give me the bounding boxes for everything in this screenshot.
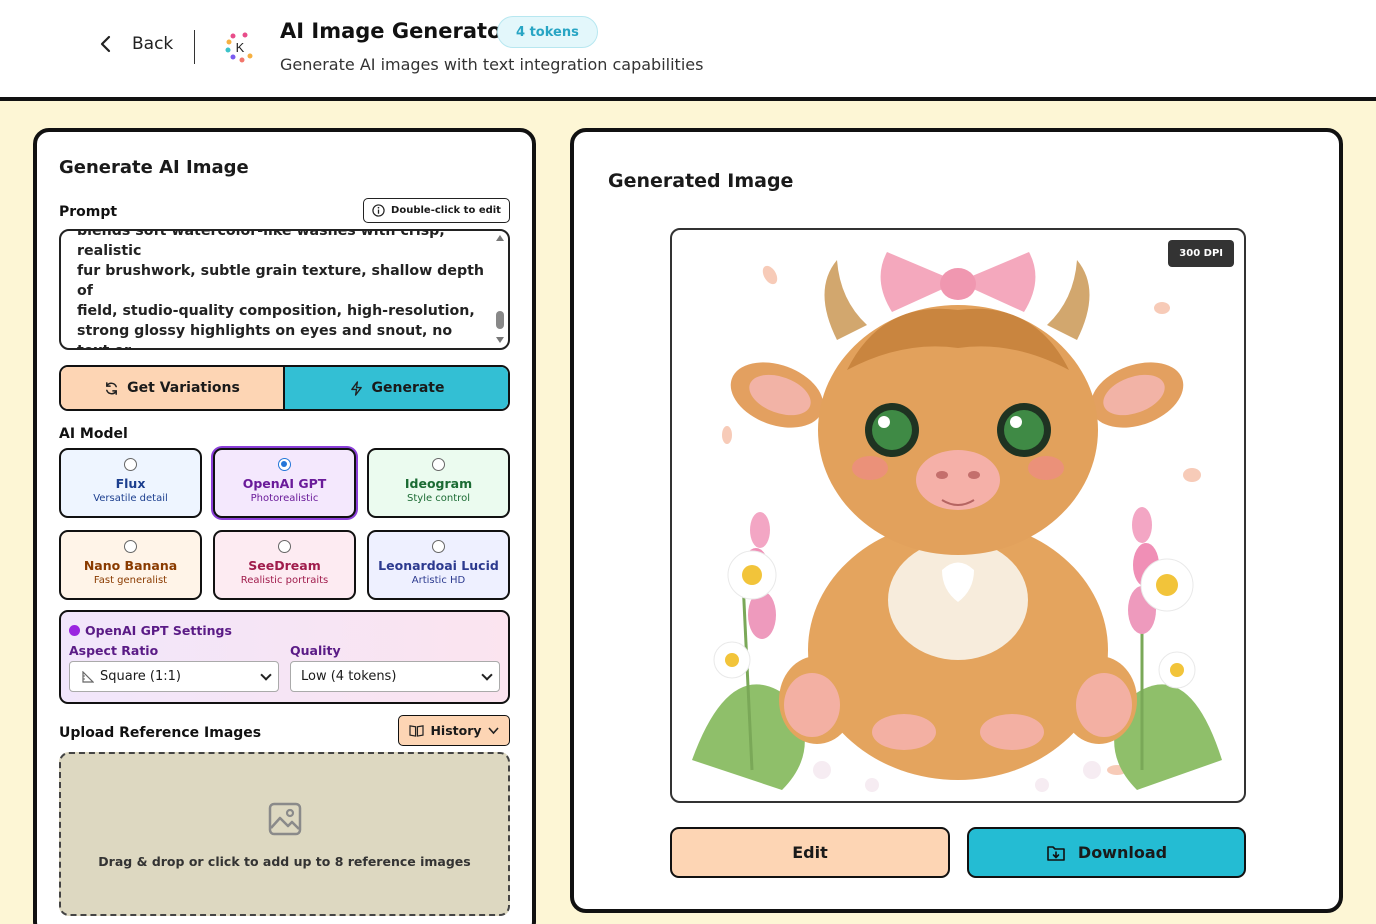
result-title: Generated Image	[608, 170, 794, 192]
get-variations-button[interactable]: Get Variations	[61, 367, 285, 409]
app-header: Back K AI Image Generator 4 tokens Gener…	[0, 0, 1376, 101]
aspect-ratio-label: Aspect Ratio	[69, 643, 159, 658]
model-card-ideogram[interactable]: Ideogram Style control	[367, 448, 510, 518]
model-card-leonardoai-lucid[interactable]: Leonardoai Lucid Artistic HD	[367, 530, 510, 600]
model-desc: Artistic HD	[411, 575, 466, 586]
dpi-badge: 300 DPI	[1168, 240, 1234, 267]
download-button[interactable]: Download	[967, 827, 1246, 878]
generator-panel: Generate AI Image Prompt Double-click to…	[33, 128, 536, 924]
history-button[interactable]: History	[398, 715, 510, 746]
settings-title: OpenAI GPT Settings	[85, 623, 232, 638]
prompt-scrollbar[interactable]	[495, 235, 505, 343]
lightning-icon	[350, 380, 362, 396]
svg-text:K: K	[236, 40, 245, 55]
ai-model-label: AI Model	[59, 426, 128, 442]
edit-button[interactable]: Edit	[670, 827, 950, 878]
double-click-edit-button[interactable]: Double-click to edit	[363, 198, 510, 223]
prompt-text: blends soft watercolor-like washes with …	[77, 229, 484, 348]
app-logo: K	[220, 28, 258, 66]
model-desc: Versatile detail	[93, 493, 168, 504]
model-card-nano-banana[interactable]: Nano Banana Fast generalist	[59, 530, 202, 600]
generate-button[interactable]: Generate	[285, 367, 508, 409]
page-subtitle: Generate AI images with text integration…	[280, 55, 704, 74]
model-radio[interactable]	[432, 458, 445, 471]
model-radio[interactable]	[278, 540, 291, 553]
model-card-flux[interactable]: Flux Versatile detail	[59, 448, 202, 518]
highland-calf-illustration	[692, 252, 1222, 792]
back-label: Back	[132, 34, 174, 54]
ruler-triangle-icon	[82, 670, 94, 683]
model-card-seedream[interactable]: SeeDream Realistic portraits	[213, 530, 356, 600]
dropzone-text: Drag & drop or click to add up to 8 refe…	[98, 854, 471, 869]
model-desc: Photorealistic	[250, 493, 319, 504]
model-desc: Fast generalist	[93, 575, 168, 586]
model-name: Ideogram	[404, 476, 473, 491]
chevron-left-icon	[100, 35, 111, 53]
palette-logo-icon: K	[222, 30, 256, 64]
generated-image[interactable]: 300 DPI	[670, 228, 1246, 803]
model-radio[interactable]	[124, 458, 137, 471]
model-name: Flux	[115, 476, 146, 491]
model-card-openai-gpt[interactable]: OpenAI GPT Photorealistic	[213, 448, 356, 518]
settings-dot-icon	[69, 625, 80, 636]
result-panel: Generated Image 300 DPI Edit Download	[570, 128, 1343, 913]
get-variations-label: Get Variations	[127, 380, 240, 396]
edit-label: Edit	[792, 843, 828, 862]
model-name: OpenAI GPT	[242, 476, 327, 491]
download-label: Download	[1077, 843, 1168, 862]
prompt-actions: Get Variations Generate	[59, 365, 510, 411]
model-name: Nano Banana	[83, 558, 178, 573]
header-divider	[194, 30, 195, 64]
quality-label: Quality	[290, 643, 341, 658]
quality-value: Low (4 tokens)	[301, 669, 397, 684]
model-radio[interactable]	[124, 540, 137, 553]
aspect-ratio-value: Square (1:1)	[100, 669, 181, 684]
image-upload-icon	[268, 802, 302, 836]
book-icon	[409, 725, 425, 737]
model-settings-box: OpenAI GPT Settings Aspect Ratio Quality…	[59, 610, 510, 704]
refresh-icon	[106, 381, 118, 395]
scroll-down-arrow-icon[interactable]	[496, 337, 504, 343]
model-radio[interactable]	[278, 458, 291, 471]
model-desc: Realistic portraits	[240, 575, 329, 586]
tokens-badge: 4 tokens	[497, 16, 598, 48]
double-click-edit-label: Double-click to edit	[391, 205, 501, 216]
download-folder-icon	[1047, 845, 1065, 861]
quality-select[interactable]: Low (4 tokens)	[290, 661, 500, 692]
generator-title: Generate AI Image	[59, 157, 249, 178]
model-name: SeeDream	[248, 558, 321, 573]
aspect-ratio-select[interactable]: Square (1:1)	[69, 661, 279, 692]
model-name: Leonardoai Lucid	[378, 558, 499, 573]
prompt-textarea[interactable]: blends soft watercolor-like washes with …	[59, 229, 510, 350]
scroll-up-arrow-icon[interactable]	[496, 235, 504, 241]
model-desc: Style control	[407, 493, 470, 504]
back-button[interactable]: Back	[96, 34, 173, 54]
upload-reference-label: Upload Reference Images	[59, 725, 262, 741]
scroll-thumb[interactable]	[496, 311, 504, 329]
history-label: History	[430, 723, 482, 738]
info-icon	[372, 204, 385, 217]
model-radio[interactable]	[432, 540, 445, 553]
chevron-down-icon	[260, 669, 272, 681]
generate-label: Generate	[371, 380, 445, 396]
chevron-down-icon	[487, 726, 499, 734]
page-title: AI Image Generator	[280, 19, 512, 43]
reference-dropzone[interactable]: Drag & drop or click to add up to 8 refe…	[59, 752, 510, 916]
prompt-label: Prompt	[59, 204, 118, 220]
chevron-down-icon	[481, 669, 493, 681]
